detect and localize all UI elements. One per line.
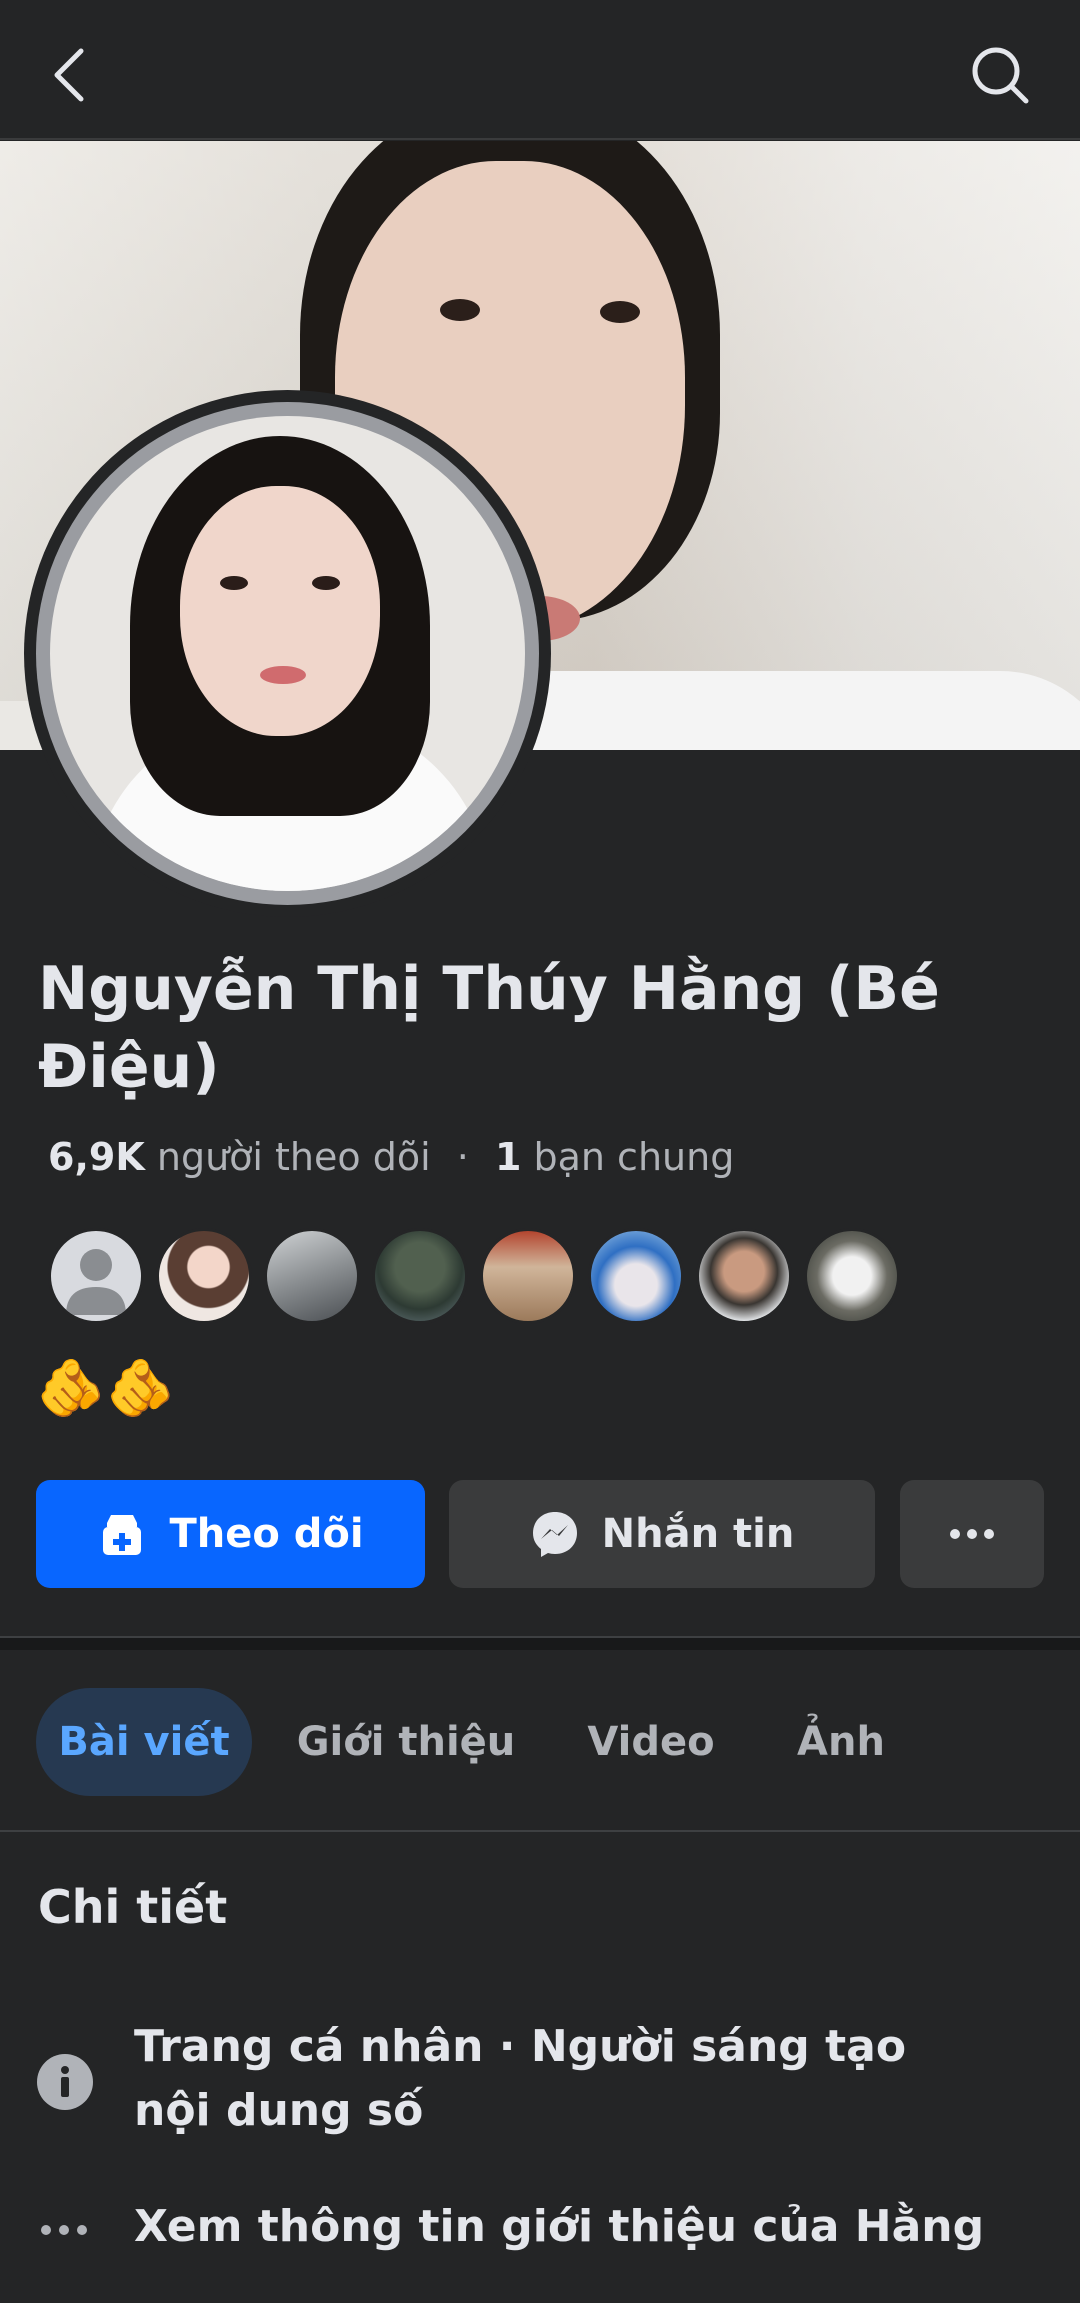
tab-videos[interactable]: Video bbox=[566, 1688, 736, 1796]
messenger-icon bbox=[530, 1509, 580, 1559]
top-bar bbox=[0, 0, 1080, 140]
friend-avatar[interactable] bbox=[264, 1228, 360, 1324]
friend-avatar[interactable] bbox=[480, 1228, 576, 1324]
profile-name: Nguyễn Thị Thúy Hằng (Bé Điệu) bbox=[38, 954, 940, 1102]
see-about-link[interactable]: Xem thông tin giới thiệu của Hằng bbox=[134, 2195, 994, 2259]
details-title: Chi tiết bbox=[38, 1880, 228, 1934]
search-icon bbox=[972, 47, 1029, 104]
profile-stats: 6,9K người theo dõi · 1 bạn chung bbox=[48, 1135, 734, 1179]
follow-icon bbox=[97, 1509, 147, 1559]
detail-item-see-about[interactable]: Xem thông tin giới thiệu của Hằng bbox=[36, 2195, 1046, 2265]
stats-separator: · bbox=[456, 1135, 469, 1179]
back-arrow-icon bbox=[54, 48, 84, 102]
detail-profile-type-text: Trang cá nhân · Người sáng tạo nội dung … bbox=[134, 2021, 907, 2136]
friend-avatar[interactable] bbox=[696, 1228, 792, 1324]
friend-avatar[interactable] bbox=[588, 1228, 684, 1324]
friend-avatar[interactable] bbox=[372, 1228, 468, 1324]
friend-avatar[interactable] bbox=[804, 1228, 900, 1324]
friend-avatar[interactable] bbox=[156, 1228, 252, 1324]
detail-item-profile-type: Trang cá nhân · Người sáng tạo nội dung … bbox=[36, 2015, 1046, 2155]
person-icon bbox=[66, 1249, 126, 1315]
followers-count[interactable]: 6,9K bbox=[48, 1135, 145, 1179]
tab-about[interactable]: Giới thiệu bbox=[286, 1688, 526, 1796]
profile-tabs: Bài viết Giới thiệu Video Ảnh bbox=[36, 1688, 1056, 1796]
back-button[interactable] bbox=[25, 30, 115, 120]
more-options-button[interactable] bbox=[900, 1480, 1044, 1588]
follow-button[interactable]: Theo dõi bbox=[36, 1480, 425, 1588]
section-divider bbox=[0, 1636, 1080, 1650]
tabs-divider bbox=[0, 1830, 1080, 1832]
more-dots-icon bbox=[950, 1529, 994, 1539]
mutual-label[interactable]: bạn chung bbox=[533, 1135, 734, 1179]
friend-avatar-default[interactable] bbox=[48, 1228, 144, 1324]
more-dots-icon bbox=[36, 2201, 94, 2259]
tab-posts[interactable]: Bài viết bbox=[36, 1688, 252, 1796]
follow-label: Theo dõi bbox=[169, 1511, 364, 1557]
search-button[interactable] bbox=[955, 30, 1045, 120]
followers-label[interactable]: người theo dõi bbox=[157, 1135, 431, 1179]
profile-picture[interactable] bbox=[50, 416, 525, 891]
message-button[interactable]: Nhắn tin bbox=[449, 1480, 875, 1588]
info-icon bbox=[36, 2053, 94, 2111]
mutual-count[interactable]: 1 bbox=[495, 1135, 521, 1179]
message-label: Nhắn tin bbox=[601, 1511, 795, 1557]
bio-emoji: 🫵🫵 bbox=[36, 1356, 176, 1421]
tab-photos[interactable]: Ảnh bbox=[776, 1688, 906, 1796]
